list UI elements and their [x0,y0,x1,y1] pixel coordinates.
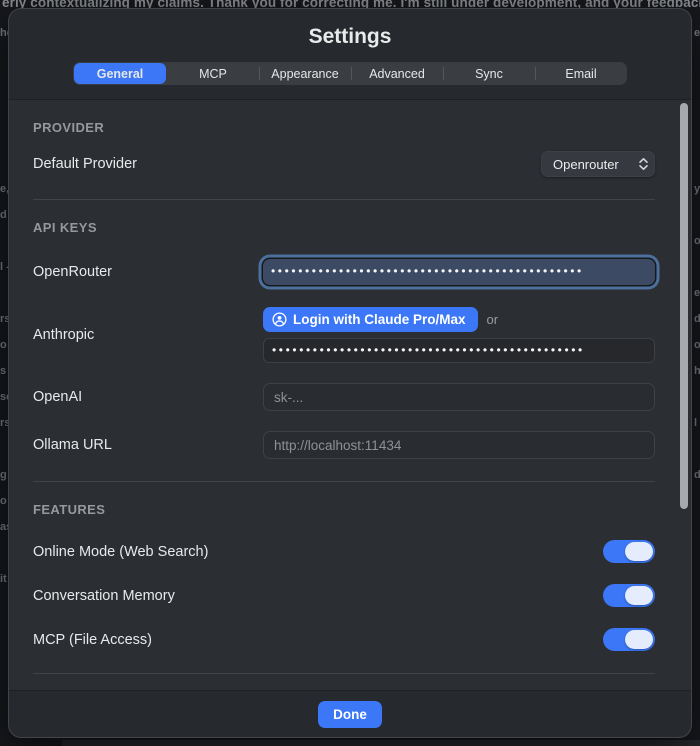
online-mode-row: Online Mode (Web Search) [33,540,655,563]
mcp-file-access-row: MCP (File Access) [33,628,655,651]
or-text: or [487,312,499,327]
done-button[interactable]: Done [318,701,382,728]
tab-advanced[interactable]: Advanced [351,62,443,85]
online-mode-toggle[interactable] [603,540,655,563]
section-divider [33,481,655,482]
openai-label: OpenAI [33,389,263,405]
toggle-knob [625,630,653,649]
anthropic-label: Anthropic [33,327,263,343]
online-mode-label: Online Mode (Web Search) [33,544,208,560]
section-divider [33,673,655,674]
ollama-url-input[interactable] [263,431,655,459]
default-provider-label: Default Provider [33,156,137,172]
section-header-features: FEATURES [33,502,655,517]
background-right-fragments: e y o el d o h l d [694,20,700,488]
default-provider-select[interactable]: Openrouter [541,151,655,177]
anthropic-key-input[interactable]: ••••••••••••••••••••••••••••••••••••••••… [263,338,655,363]
tab-separator [351,67,352,80]
default-provider-value: Openrouter [553,157,619,172]
login-claude-button[interactable]: Login with Claude Pro/Max [263,307,478,332]
toggle-knob [625,542,653,561]
ollama-url-row: Ollama URL [33,431,655,459]
openai-key-row: OpenAI [33,383,655,411]
chevron-up-down-icon [638,157,649,171]
tab-email[interactable]: Email [535,62,627,85]
tab-general[interactable]: General [74,63,166,84]
conversation-memory-label: Conversation Memory [33,588,175,604]
dialog-footer: Done [9,691,691,737]
mcp-file-access-label: MCP (File Access) [33,632,152,648]
anthropic-key-row: Anthropic Login with Claude Pro/Max or •… [33,307,655,363]
tab-separator [443,67,444,80]
tab-sync[interactable]: Sync [443,62,535,85]
login-claude-label: Login with Claude Pro/Max [293,312,466,327]
section-header-api-keys: API KEYS [33,220,655,235]
section-divider [33,199,655,200]
masked-key-value: ••••••••••••••••••••••••••••••••••••••••… [272,343,585,357]
conversation-memory-row: Conversation Memory [33,584,655,607]
settings-scroll-area[interactable]: PROVIDER Default Provider Openrouter API… [9,99,691,691]
person-circle-icon [272,312,287,327]
tab-separator [259,67,260,80]
openai-key-input[interactable] [263,383,655,411]
page-title: Settings [9,25,691,49]
masked-key-value: ••••••••••••••••••••••••••••••••••••••••… [271,264,584,278]
openrouter-key-input[interactable]: ••••••••••••••••••••••••••••••••••••••••… [263,259,655,285]
tab-separator [535,67,536,80]
scrollbar[interactable] [680,103,688,509]
toggle-knob [625,586,653,605]
tab-appearance[interactable]: Appearance [259,62,351,85]
openrouter-label: OpenRouter [33,264,263,280]
tab-mcp[interactable]: MCP [167,62,259,85]
background-input-bar [62,740,700,746]
section-header-provider: PROVIDER [33,120,655,135]
openrouter-key-row: OpenRouter •••••••••••••••••••••••••••••… [33,259,655,285]
settings-tab-bar: General MCP Appearance Advanced Sync Ema… [73,62,627,85]
mcp-file-access-toggle[interactable] [603,628,655,651]
settings-dialog: Settings General MCP Appearance Advanced… [8,8,692,738]
conversation-memory-toggle[interactable] [603,584,655,607]
ollama-url-label: Ollama URL [33,437,263,453]
default-provider-row: Default Provider Openrouter [33,151,655,177]
